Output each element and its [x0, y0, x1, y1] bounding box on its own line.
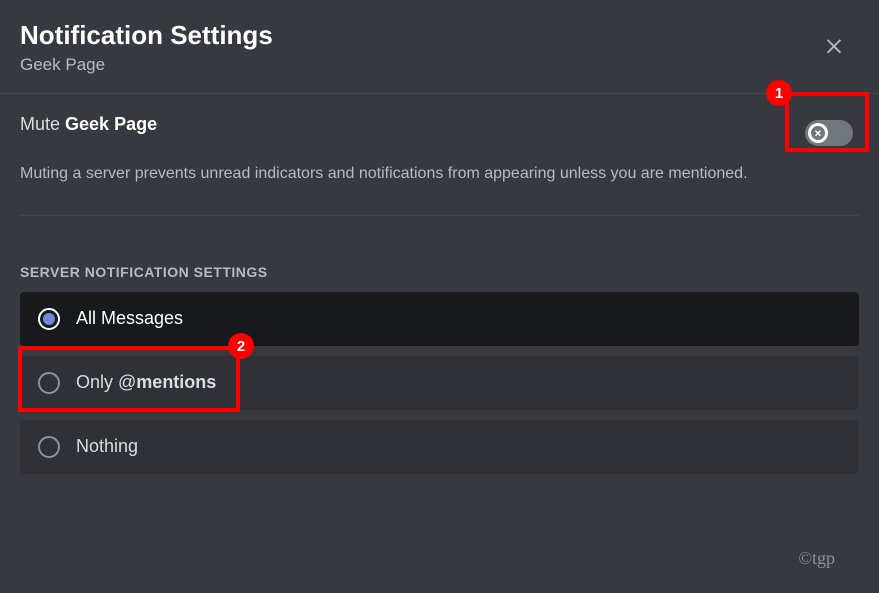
radio-label-all: All Messages	[76, 308, 183, 329]
radio-dot-icon	[43, 313, 55, 325]
divider	[20, 215, 859, 216]
mute-row: Mute Geek Page	[20, 114, 859, 152]
mentions-prefix: Only	[76, 372, 118, 392]
toggle-knob	[808, 123, 828, 143]
x-icon	[811, 126, 825, 140]
mute-toggle[interactable]	[805, 120, 853, 146]
mute-target: Geek Page	[65, 114, 157, 134]
watermark: ©tgp	[798, 548, 835, 569]
radio-group: All Messages Only @mentions Nothing	[20, 292, 859, 474]
page-subtitle: Geek Page	[20, 55, 817, 75]
section-heading: SERVER NOTIFICATION SETTINGS	[20, 264, 859, 280]
annotation-badge-1: 1	[766, 80, 792, 106]
radio-circle-icon	[38, 372, 60, 394]
radio-circle-icon	[38, 436, 60, 458]
close-button[interactable]	[817, 28, 851, 67]
mute-toggle-wrap	[799, 114, 859, 152]
modal-header: Notification Settings Geek Page	[0, 0, 879, 94]
mentions-suffix: mentions	[136, 372, 216, 392]
mute-description: Muting a server prevents unread indicato…	[20, 162, 840, 187]
radio-label-mentions: Only @mentions	[76, 372, 216, 393]
annotation-badge-2: 2	[228, 333, 254, 359]
close-icon	[823, 34, 845, 56]
header-text: Notification Settings Geek Page	[20, 20, 817, 75]
radio-only-mentions[interactable]: Only @mentions	[20, 356, 859, 410]
radio-nothing[interactable]: Nothing	[20, 420, 859, 474]
radio-circle-icon	[38, 308, 60, 330]
radio-all-messages[interactable]: All Messages	[20, 292, 859, 346]
mentions-at: @	[118, 372, 136, 392]
modal-body: Mute Geek Page Muting a server prevents …	[0, 94, 879, 474]
mute-label: Mute Geek Page	[20, 114, 157, 135]
page-title: Notification Settings	[20, 20, 817, 51]
mute-prefix: Mute	[20, 114, 65, 134]
radio-label-nothing: Nothing	[76, 436, 138, 457]
